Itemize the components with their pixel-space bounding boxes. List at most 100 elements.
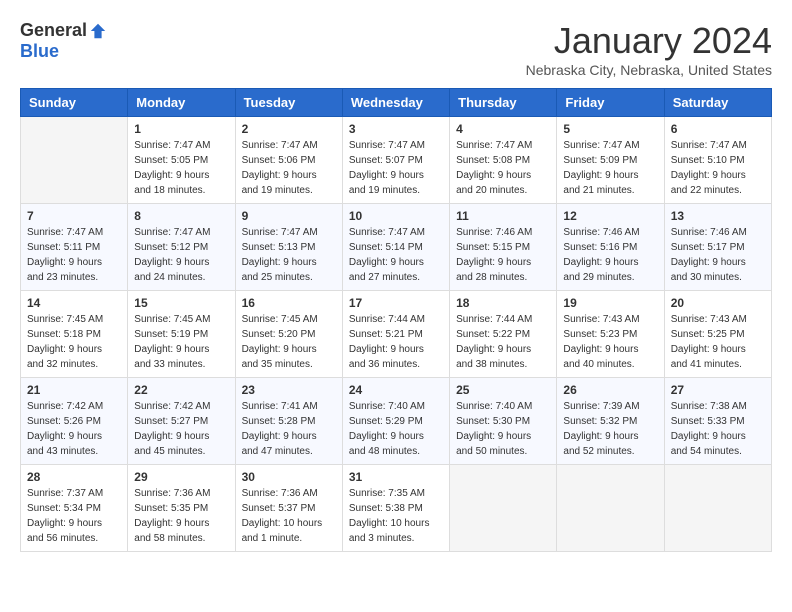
day-number: 13: [671, 209, 765, 223]
calendar-day-cell: 12 Sunrise: 7:46 AM Sunset: 5:16 PM Dayli…: [557, 204, 664, 291]
calendar-week-row: 14Sunrise: 7:45 AM Sunset: 5:18 PM Dayli…: [21, 291, 772, 378]
logo-icon: [89, 22, 107, 40]
day-info: Sunrise: 7:37 AM Sunset: 5:34 PM Dayligh…: [27, 486, 121, 546]
calendar-header-row: SundayMondayTuesdayWednesdayThursdayFrid…: [21, 89, 772, 117]
calendar-day-cell: [664, 465, 771, 552]
day-number: 7: [27, 209, 121, 223]
day-info: Sunrise: 7:43 AM Sunset: 5:25 PM Dayligh…: [671, 312, 765, 372]
day-info: Sunrise: 7:45 AM Sunset: 5:20 PM Dayligh…: [242, 312, 336, 372]
day-info: Sunrise: 7:47 AM Sunset: 5:11 PM Dayligh…: [27, 225, 121, 285]
day-number: 26: [563, 383, 657, 397]
day-info: Sunrise: 7:40 AM Sunset: 5:29 PM Dayligh…: [349, 399, 443, 459]
calendar-day-cell: 22 Sunrise: 7:42 AM Sunset: 5:27 PM Dayli…: [128, 378, 235, 465]
day-number: 28: [27, 470, 121, 484]
weekday-header-wednesday: Wednesday: [342, 89, 449, 117]
day-number: 31: [349, 470, 443, 484]
calendar-day-cell: 19Sunrise: 7:43 AM Sunset: 5:23 PM Dayli…: [557, 291, 664, 378]
day-number: 27: [671, 383, 765, 397]
calendar-day-cell: 24 Sunrise: 7:40 AM Sunset: 5:29 PM Dayli…: [342, 378, 449, 465]
day-info: Sunrise: 7:47 AM Sunset: 5:07 PM Dayligh…: [349, 138, 443, 198]
calendar-day-cell: 29 Sunrise: 7:36 AM Sunset: 5:35 PM Dayli…: [128, 465, 235, 552]
calendar-day-cell: 2 Sunrise: 7:47 AM Sunset: 5:06 PM Daylig…: [235, 117, 342, 204]
header: General Blue January 2024 Nebraska City,…: [20, 20, 772, 78]
day-number: 18: [456, 296, 550, 310]
day-number: 1: [134, 122, 228, 136]
calendar-week-row: 28 Sunrise: 7:37 AM Sunset: 5:34 PM Dayli…: [21, 465, 772, 552]
calendar-day-cell: 30 Sunrise: 7:36 AM Sunset: 5:37 PM Dayli…: [235, 465, 342, 552]
calendar-day-cell: 10Sunrise: 7:47 AM Sunset: 5:14 PM Dayli…: [342, 204, 449, 291]
day-info: Sunrise: 7:44 AM Sunset: 5:22 PM Dayligh…: [456, 312, 550, 372]
weekday-header-friday: Friday: [557, 89, 664, 117]
calendar-day-cell: 28 Sunrise: 7:37 AM Sunset: 5:34 PM Dayli…: [21, 465, 128, 552]
calendar-day-cell: 20Sunrise: 7:43 AM Sunset: 5:25 PM Dayli…: [664, 291, 771, 378]
day-info: Sunrise: 7:47 AM Sunset: 5:10 PM Dayligh…: [671, 138, 765, 198]
day-info: Sunrise: 7:41 AM Sunset: 5:28 PM Dayligh…: [242, 399, 336, 459]
calendar-week-row: 7 Sunrise: 7:47 AM Sunset: 5:11 PM Daylig…: [21, 204, 772, 291]
day-info: Sunrise: 7:40 AM Sunset: 5:30 PM Dayligh…: [456, 399, 550, 459]
calendar-day-cell: 9 Sunrise: 7:47 AM Sunset: 5:13 PM Daylig…: [235, 204, 342, 291]
day-info: Sunrise: 7:38 AM Sunset: 5:33 PM Dayligh…: [671, 399, 765, 459]
day-number: 11: [456, 209, 550, 223]
weekday-header-sunday: Sunday: [21, 89, 128, 117]
day-info: Sunrise: 7:42 AM Sunset: 5:27 PM Dayligh…: [134, 399, 228, 459]
day-number: 23: [242, 383, 336, 397]
calendar-day-cell: 25 Sunrise: 7:40 AM Sunset: 5:30 PM Dayli…: [450, 378, 557, 465]
day-info: Sunrise: 7:46 AM Sunset: 5:15 PM Dayligh…: [456, 225, 550, 285]
calendar-table: SundayMondayTuesdayWednesdayThursdayFrid…: [20, 88, 772, 552]
day-info: Sunrise: 7:39 AM Sunset: 5:32 PM Dayligh…: [563, 399, 657, 459]
day-info: Sunrise: 7:46 AM Sunset: 5:17 PM Dayligh…: [671, 225, 765, 285]
title-area: January 2024 Nebraska City, Nebraska, Un…: [526, 20, 772, 78]
calendar-day-cell: 3 Sunrise: 7:47 AM Sunset: 5:07 PM Daylig…: [342, 117, 449, 204]
location-subtitle: Nebraska City, Nebraska, United States: [526, 62, 772, 78]
day-info: Sunrise: 7:44 AM Sunset: 5:21 PM Dayligh…: [349, 312, 443, 372]
day-info: Sunrise: 7:46 AM Sunset: 5:16 PM Dayligh…: [563, 225, 657, 285]
calendar-day-cell: 26 Sunrise: 7:39 AM Sunset: 5:32 PM Dayli…: [557, 378, 664, 465]
month-title: January 2024: [526, 20, 772, 62]
day-number: 4: [456, 122, 550, 136]
calendar-day-cell: 4 Sunrise: 7:47 AM Sunset: 5:08 PM Daylig…: [450, 117, 557, 204]
day-number: 5: [563, 122, 657, 136]
calendar-day-cell: 7 Sunrise: 7:47 AM Sunset: 5:11 PM Daylig…: [21, 204, 128, 291]
weekday-header-monday: Monday: [128, 89, 235, 117]
day-number: 24: [349, 383, 443, 397]
day-info: Sunrise: 7:47 AM Sunset: 5:08 PM Dayligh…: [456, 138, 550, 198]
day-number: 9: [242, 209, 336, 223]
day-info: Sunrise: 7:36 AM Sunset: 5:37 PM Dayligh…: [242, 486, 336, 546]
day-number: 29: [134, 470, 228, 484]
day-info: Sunrise: 7:36 AM Sunset: 5:35 PM Dayligh…: [134, 486, 228, 546]
calendar-day-cell: 8Sunrise: 7:47 AM Sunset: 5:12 PM Daylig…: [128, 204, 235, 291]
calendar-week-row: 1 Sunrise: 7:47 AM Sunset: 5:05 PM Daylig…: [21, 117, 772, 204]
calendar-day-cell: 11 Sunrise: 7:46 AM Sunset: 5:15 PM Dayli…: [450, 204, 557, 291]
day-number: 21: [27, 383, 121, 397]
calendar-day-cell: 14Sunrise: 7:45 AM Sunset: 5:18 PM Dayli…: [21, 291, 128, 378]
weekday-header-thursday: Thursday: [450, 89, 557, 117]
day-info: Sunrise: 7:43 AM Sunset: 5:23 PM Dayligh…: [563, 312, 657, 372]
calendar-day-cell: [21, 117, 128, 204]
day-info: Sunrise: 7:47 AM Sunset: 5:06 PM Dayligh…: [242, 138, 336, 198]
day-number: 15: [134, 296, 228, 310]
day-number: 2: [242, 122, 336, 136]
day-info: Sunrise: 7:47 AM Sunset: 5:05 PM Dayligh…: [134, 138, 228, 198]
day-number: 22: [134, 383, 228, 397]
calendar-day-cell: 31 Sunrise: 7:35 AM Sunset: 5:38 PM Dayli…: [342, 465, 449, 552]
day-number: 25: [456, 383, 550, 397]
day-number: 10: [349, 209, 443, 223]
calendar-day-cell: 18 Sunrise: 7:44 AM Sunset: 5:22 PM Dayli…: [450, 291, 557, 378]
calendar-day-cell: [450, 465, 557, 552]
day-number: 3: [349, 122, 443, 136]
day-info: Sunrise: 7:45 AM Sunset: 5:19 PM Dayligh…: [134, 312, 228, 372]
day-info: Sunrise: 7:42 AM Sunset: 5:26 PM Dayligh…: [27, 399, 121, 459]
day-info: Sunrise: 7:35 AM Sunset: 5:38 PM Dayligh…: [349, 486, 443, 546]
logo: General Blue: [20, 20, 107, 62]
calendar-day-cell: [557, 465, 664, 552]
calendar-day-cell: 17 Sunrise: 7:44 AM Sunset: 5:21 PM Dayli…: [342, 291, 449, 378]
day-number: 30: [242, 470, 336, 484]
calendar-day-cell: 6Sunrise: 7:47 AM Sunset: 5:10 PM Daylig…: [664, 117, 771, 204]
weekday-header-tuesday: Tuesday: [235, 89, 342, 117]
day-number: 17: [349, 296, 443, 310]
day-number: 12: [563, 209, 657, 223]
calendar-day-cell: 21 Sunrise: 7:42 AM Sunset: 5:26 PM Dayli…: [21, 378, 128, 465]
day-info: Sunrise: 7:47 AM Sunset: 5:13 PM Dayligh…: [242, 225, 336, 285]
day-number: 14: [27, 296, 121, 310]
day-info: Sunrise: 7:47 AM Sunset: 5:09 PM Dayligh…: [563, 138, 657, 198]
